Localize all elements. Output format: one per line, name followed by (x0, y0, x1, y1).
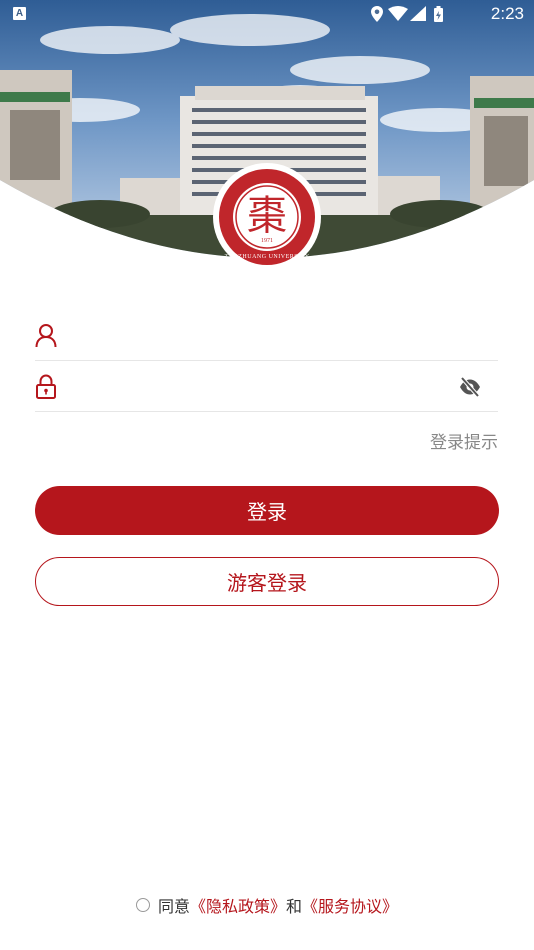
location-icon (371, 6, 383, 22)
username-input[interactable] (75, 318, 454, 352)
status-bar: A 2:23 (0, 0, 534, 28)
agree-radio[interactable] (135, 898, 150, 912)
logo-year: 1971 (261, 238, 273, 244)
university-logo: 棗 ZAOZHUANG UNIVERSITY 1971 (212, 162, 322, 272)
notification-a-icon: A (13, 7, 26, 20)
eye-off-icon[interactable] (458, 375, 482, 399)
username-field[interactable] (35, 310, 498, 361)
agreement-row: 同意 《隐私政策》 和 《服务协议》 (0, 893, 534, 917)
lock-icon (36, 374, 56, 399)
agree-conjunction: 和 (286, 899, 303, 916)
privacy-policy-link[interactable]: 《隐私政策》 (190, 893, 286, 917)
logo-arc-text: ZAOZHUANG UNIVERSITY (224, 254, 310, 260)
status-time: 2:23 (490, 4, 524, 23)
service-agreement-link[interactable]: 《服务协议》 (302, 893, 398, 917)
signal-icon (410, 6, 426, 21)
agree-prefix: 同意 (157, 899, 190, 916)
login-button[interactable]: 登录 (35, 486, 499, 535)
wifi-icon (388, 6, 408, 21)
password-input[interactable] (75, 369, 454, 403)
battery-icon (434, 6, 443, 22)
password-field[interactable] (35, 361, 498, 412)
logo-mark: 棗 (247, 193, 287, 239)
user-icon (35, 324, 57, 348)
login-hint-link[interactable]: 登录提示 (430, 428, 498, 453)
guest-login-button[interactable]: 游客登录 (35, 557, 499, 606)
